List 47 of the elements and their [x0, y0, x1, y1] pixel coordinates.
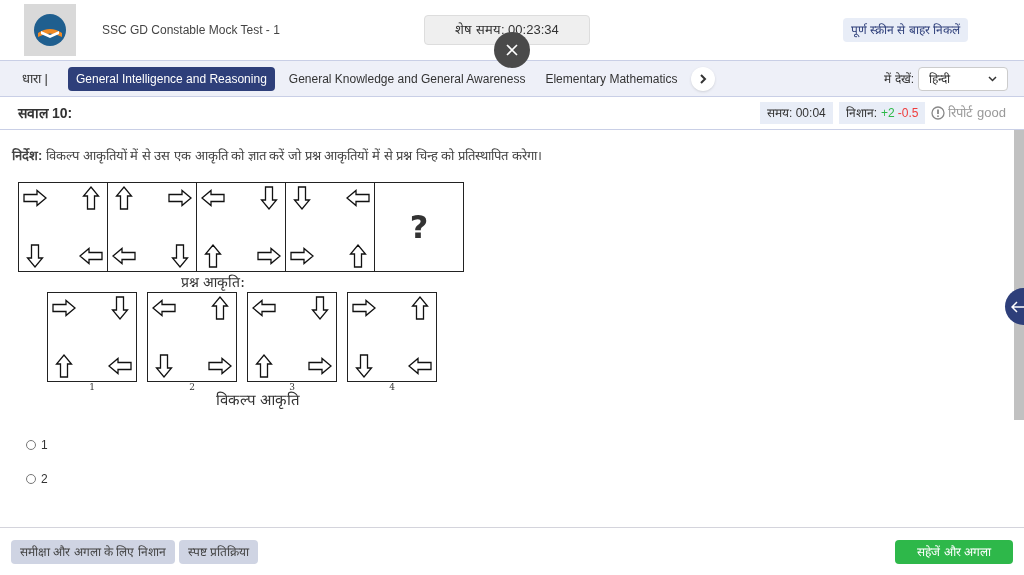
arrow-icon — [201, 243, 225, 268]
test-title: SSC GD Constable Mock Test - 1 — [102, 22, 280, 39]
question-mark: ? — [409, 206, 429, 248]
mark-review-button[interactable]: समीक्षा और अगला के लिए निशान — [11, 539, 175, 564]
question-time: समय: 00:04 — [760, 102, 833, 124]
answer-option[interactable]: 2 — [26, 469, 48, 488]
section-label: धारा | — [22, 69, 48, 88]
logo-icon — [24, 4, 76, 56]
arrow-icon — [52, 353, 76, 378]
arrow-icon — [79, 185, 103, 210]
figure-caption: विकल्प आकृति — [215, 391, 301, 408]
answer-option[interactable]: 1 — [26, 435, 48, 454]
figure-number: 2 — [189, 381, 195, 392]
arrow-icon — [257, 185, 281, 210]
alert-icon — [931, 106, 946, 120]
close-icon — [506, 44, 518, 56]
arrow-icon — [352, 353, 376, 378]
arrow-icon — [408, 295, 432, 320]
arrow-icon — [308, 295, 332, 320]
time-remaining: शेष समय: 00:23:34 — [424, 15, 590, 45]
arrow-icon — [23, 243, 47, 268]
chevron-right-icon — [699, 73, 708, 84]
arrow-icon — [290, 185, 314, 210]
section-tab[interactable]: General Intelligence and Reasoning — [68, 66, 275, 91]
marks-badge: निशान: +2 -0.5 — [838, 102, 926, 124]
arrow-icon — [112, 185, 136, 210]
exit-fullscreen-button[interactable]: पूर्ण स्क्रीन से बाहर निकलें — [842, 18, 968, 42]
clear-response-button[interactable]: स्पष्ट प्रतिक्रिया — [178, 539, 258, 564]
arrow-left-icon — [1011, 300, 1024, 313]
next-button[interactable] — [691, 66, 716, 91]
section-tab[interactable]: Elementary Mathematics — [539, 66, 684, 91]
section-tab[interactable]: General Knowledge and General Awareness — [282, 66, 532, 91]
arrow-icon — [168, 243, 192, 268]
language-select[interactable]: हिन्दी — [918, 66, 1008, 91]
question-number: सवाल 10: — [18, 103, 73, 123]
arrow-icon — [108, 295, 132, 320]
chevron-down-icon — [988, 75, 997, 82]
arrow-icon — [252, 353, 276, 378]
figure-number: 3 — [289, 381, 295, 392]
figure-number: 1 — [89, 381, 95, 392]
arrow-icon — [346, 243, 370, 268]
instruction-text: निर्देश: विकल्प आकृतियों में से उस एक आकृति को ज्ञात करें जो प्रश्न आकृतियों में से प्रश्न चिन्ह को प्रतिस्थापित करेगा। — [12, 147, 543, 166]
view-label: में देखें: — [884, 70, 914, 88]
figure-number: 4 — [389, 381, 395, 392]
figure-caption: प्रश्न आकृति: — [180, 272, 246, 292]
arrow-icon — [152, 353, 176, 378]
arrow-icon — [208, 295, 232, 320]
